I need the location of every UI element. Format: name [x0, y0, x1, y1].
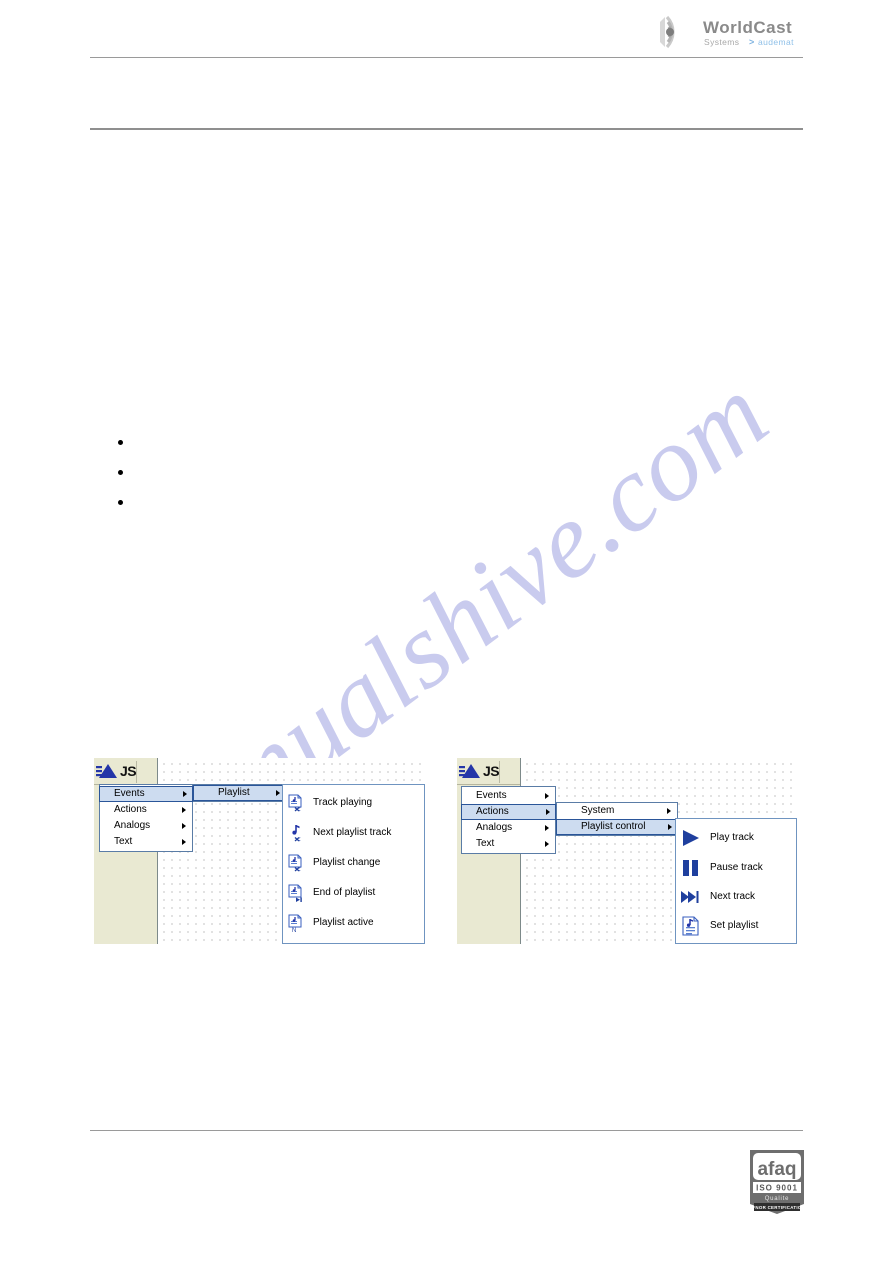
- chevron-right-icon: [545, 825, 549, 831]
- menu-level-3: Play track Pause track Next track Set pl…: [675, 818, 797, 944]
- chevron-right-icon: [546, 809, 550, 815]
- next-track-icon: [680, 888, 702, 906]
- playlist-shuffle-icon: [287, 794, 305, 812]
- chevron-right-icon: [545, 793, 549, 799]
- playlist-active-icon: N: [287, 914, 305, 932]
- menu-item-label: Analogs: [476, 822, 513, 833]
- menu-item-playlist[interactable]: Playlist: [193, 785, 286, 801]
- menu-item-analogs[interactable]: Analogs: [100, 818, 192, 834]
- svg-text:N: N: [292, 928, 296, 932]
- concentric-waves-icon: [660, 15, 675, 49]
- menu-item-label: Actions: [114, 804, 147, 815]
- chevron-right-icon: [182, 823, 186, 829]
- chevron-right-icon: [182, 839, 186, 845]
- play-icon: [680, 828, 702, 848]
- menu-item-text[interactable]: Text: [462, 836, 555, 852]
- menu-item-label: Playlist active: [313, 917, 374, 928]
- afaq-authority-text: AFNOR CERTIFICATION: [749, 1205, 805, 1210]
- menu-item-actions[interactable]: Actions: [100, 802, 192, 818]
- chevron-right-icon: [545, 841, 549, 847]
- menu-item-playlist-control[interactable]: Playlist control: [556, 819, 678, 835]
- menu-item-play-track[interactable]: Play track: [676, 826, 796, 850]
- list-item: [118, 490, 137, 514]
- menu-item-playlist-active[interactable]: N Playlist active: [283, 913, 424, 933]
- playlist-end-icon: [287, 884, 305, 902]
- menu-item-set-playlist[interactable]: Set playlist: [676, 914, 796, 938]
- menu-item-label: End of playlist: [313, 887, 376, 898]
- menu-item-next-playlist-track[interactable]: Next playlist track: [283, 823, 424, 843]
- afaq-standard-text: ISO 9001: [756, 1184, 798, 1193]
- figure-actions-playlist-control-menu: JS Events Actions Analogs Text System Pl…: [457, 758, 797, 944]
- menu-item-label: Set playlist: [710, 920, 759, 931]
- note-shuffle-icon: [287, 824, 305, 842]
- menu-item-label: Next playlist track: [313, 827, 392, 838]
- menu-item-label: Play track: [710, 832, 754, 843]
- js-toolbar-button[interactable]: JS: [459, 760, 517, 783]
- menu-item-actions[interactable]: Actions: [461, 804, 556, 820]
- worldcast-logo: WorldCast Systems > audemat: [659, 13, 809, 51]
- js-toolbar-button[interactable]: JS: [96, 760, 154, 783]
- toolbar-separator: [136, 761, 137, 783]
- svg-text:>: >: [749, 37, 754, 47]
- bullet-marker: [118, 499, 123, 505]
- menu-item-label: Next track: [710, 891, 756, 902]
- svg-text:WorldCast: WorldCast: [703, 18, 792, 37]
- menu-item-track-playing[interactable]: Track playing: [283, 793, 424, 813]
- menu-item-next-track[interactable]: Next track: [676, 886, 796, 908]
- menu-item-text[interactable]: Text: [100, 834, 192, 850]
- blue-triangle-icon: [459, 761, 481, 781]
- title-divider: [90, 128, 803, 130]
- afaq-certification-badge: afaq ISO 9001 Qualite AFNOR CERTIFICATIO…: [748, 1148, 806, 1216]
- svg-text:Systems: Systems: [704, 37, 739, 47]
- js-button-label: JS: [483, 763, 500, 779]
- bullet-marker: [118, 439, 123, 445]
- menu-level-1: Events Actions Analogs Text: [99, 784, 193, 852]
- menu-item-label: System: [581, 805, 615, 816]
- menu-item-label: Playlist: [218, 787, 250, 798]
- chevron-right-icon: [668, 824, 672, 830]
- menu-item-label: Playlist control: [581, 821, 646, 832]
- blue-triangle-icon: [96, 761, 118, 781]
- js-button-label: JS: [120, 763, 137, 779]
- playlist-document-icon: [680, 916, 702, 936]
- list-item: [118, 460, 137, 484]
- menu-item-pause-track[interactable]: Pause track: [676, 856, 796, 880]
- chevron-right-icon: [183, 791, 187, 797]
- menu-item-label: Pause track: [710, 862, 763, 873]
- pause-icon: [680, 858, 702, 878]
- menu-item-events[interactable]: Events: [462, 788, 555, 804]
- chevron-right-icon: [667, 808, 671, 814]
- afaq-quality-text: Qualite: [765, 1196, 790, 1202]
- menu-item-label: Track playing: [313, 797, 373, 808]
- menu-item-label: Events: [476, 790, 507, 801]
- menu-level-3: Track playing Next playlist track Playli…: [282, 784, 425, 944]
- menu-item-playlist-change[interactable]: Playlist change: [283, 853, 424, 873]
- menu-item-system[interactable]: System: [557, 803, 677, 819]
- menu-level-2: Playlist: [193, 784, 286, 802]
- bullet-marker: [118, 469, 123, 475]
- menu-item-events[interactable]: Events: [99, 786, 193, 802]
- menu-level-2: System Playlist control: [556, 802, 678, 836]
- footer-divider: [90, 1130, 803, 1131]
- menu-item-end-of-playlist[interactable]: End of playlist: [283, 883, 424, 903]
- playlist-shuffle-icon: [287, 854, 305, 872]
- menu-item-analogs[interactable]: Analogs: [462, 820, 555, 836]
- figure-events-playlist-menu: JS Events Actions Analogs Text Playlist: [94, 758, 425, 944]
- menu-level-1: Events Actions Analogs Text: [461, 786, 556, 854]
- chevron-right-icon: [276, 790, 280, 796]
- toolbar-separator: [499, 761, 500, 783]
- bullet-list: [118, 430, 137, 514]
- chevron-right-icon: [182, 807, 186, 813]
- menu-item-label: Events: [114, 788, 145, 799]
- list-item: [118, 430, 137, 454]
- menu-item-label: Analogs: [114, 820, 151, 831]
- header-divider: [90, 57, 803, 58]
- svg-text:audemat: audemat: [758, 37, 794, 47]
- menu-item-label: Playlist change: [313, 857, 381, 868]
- menu-item-label: Text: [114, 836, 133, 847]
- menu-item-label: Actions: [476, 806, 509, 817]
- menu-item-label: Text: [476, 838, 495, 849]
- afaq-brand-text: afaq: [757, 1159, 796, 1180]
